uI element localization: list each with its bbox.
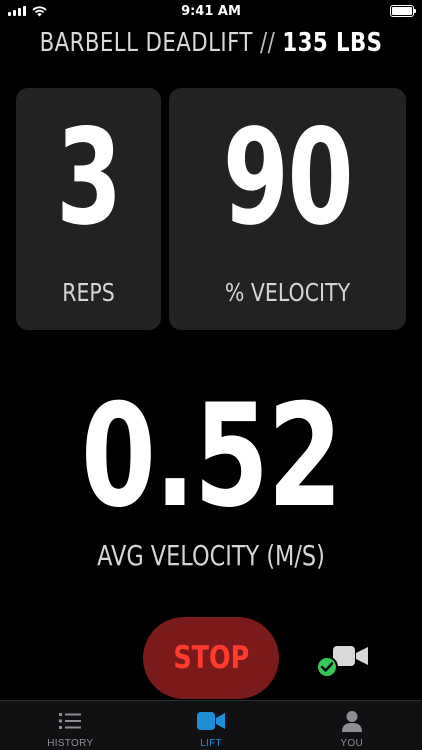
- video-camera-icon: [196, 709, 226, 733]
- status-bar: 9:41 AM: [0, 0, 422, 22]
- status-time: 9:41 AM: [181, 4, 241, 19]
- tab-you-label: YOU: [340, 738, 363, 749]
- camera-status[interactable]: [316, 644, 372, 680]
- tab-you[interactable]: YOU: [281, 701, 422, 750]
- tab-bar: HISTORY LIFT YOU: [0, 700, 422, 750]
- avg-velocity-label: AVG VELOCITY (M/S): [97, 539, 325, 572]
- list-icon: [58, 709, 82, 733]
- tab-history-label: HISTORY: [47, 738, 94, 749]
- video-camera-icon: [333, 646, 368, 666]
- person-icon: [341, 709, 363, 733]
- tab-history[interactable]: HISTORY: [0, 701, 141, 750]
- battery-icon: [390, 5, 416, 17]
- reps-card: 3 REPS: [16, 88, 161, 330]
- exercise-weight: 135 LBS: [282, 28, 383, 58]
- velocity-percent-value: 90: [222, 101, 354, 255]
- checkmark-icon: [316, 656, 338, 678]
- reps-value: 3: [56, 101, 122, 255]
- lift-screen: 9:41 AM BARBELL DEADLIFT // 135 LBS 3 RE…: [0, 0, 422, 750]
- exercise-title: BARBELL DEADLIFT // 135 LBS: [38, 28, 384, 58]
- avg-velocity-value: 0.52: [80, 374, 343, 539]
- velocity-percent-label: % VELOCITY: [224, 278, 351, 307]
- stop-button-label: STOP: [173, 640, 249, 676]
- tab-lift[interactable]: LIFT: [141, 701, 282, 750]
- reps-label: REPS: [62, 278, 115, 307]
- stop-button[interactable]: STOP: [143, 617, 279, 699]
- title-separator: //: [252, 28, 283, 58]
- exercise-name: BARBELL DEADLIFT: [39, 28, 253, 58]
- velocity-percent-card: 90 % VELOCITY: [169, 88, 406, 330]
- tab-lift-label: LIFT: [200, 738, 222, 749]
